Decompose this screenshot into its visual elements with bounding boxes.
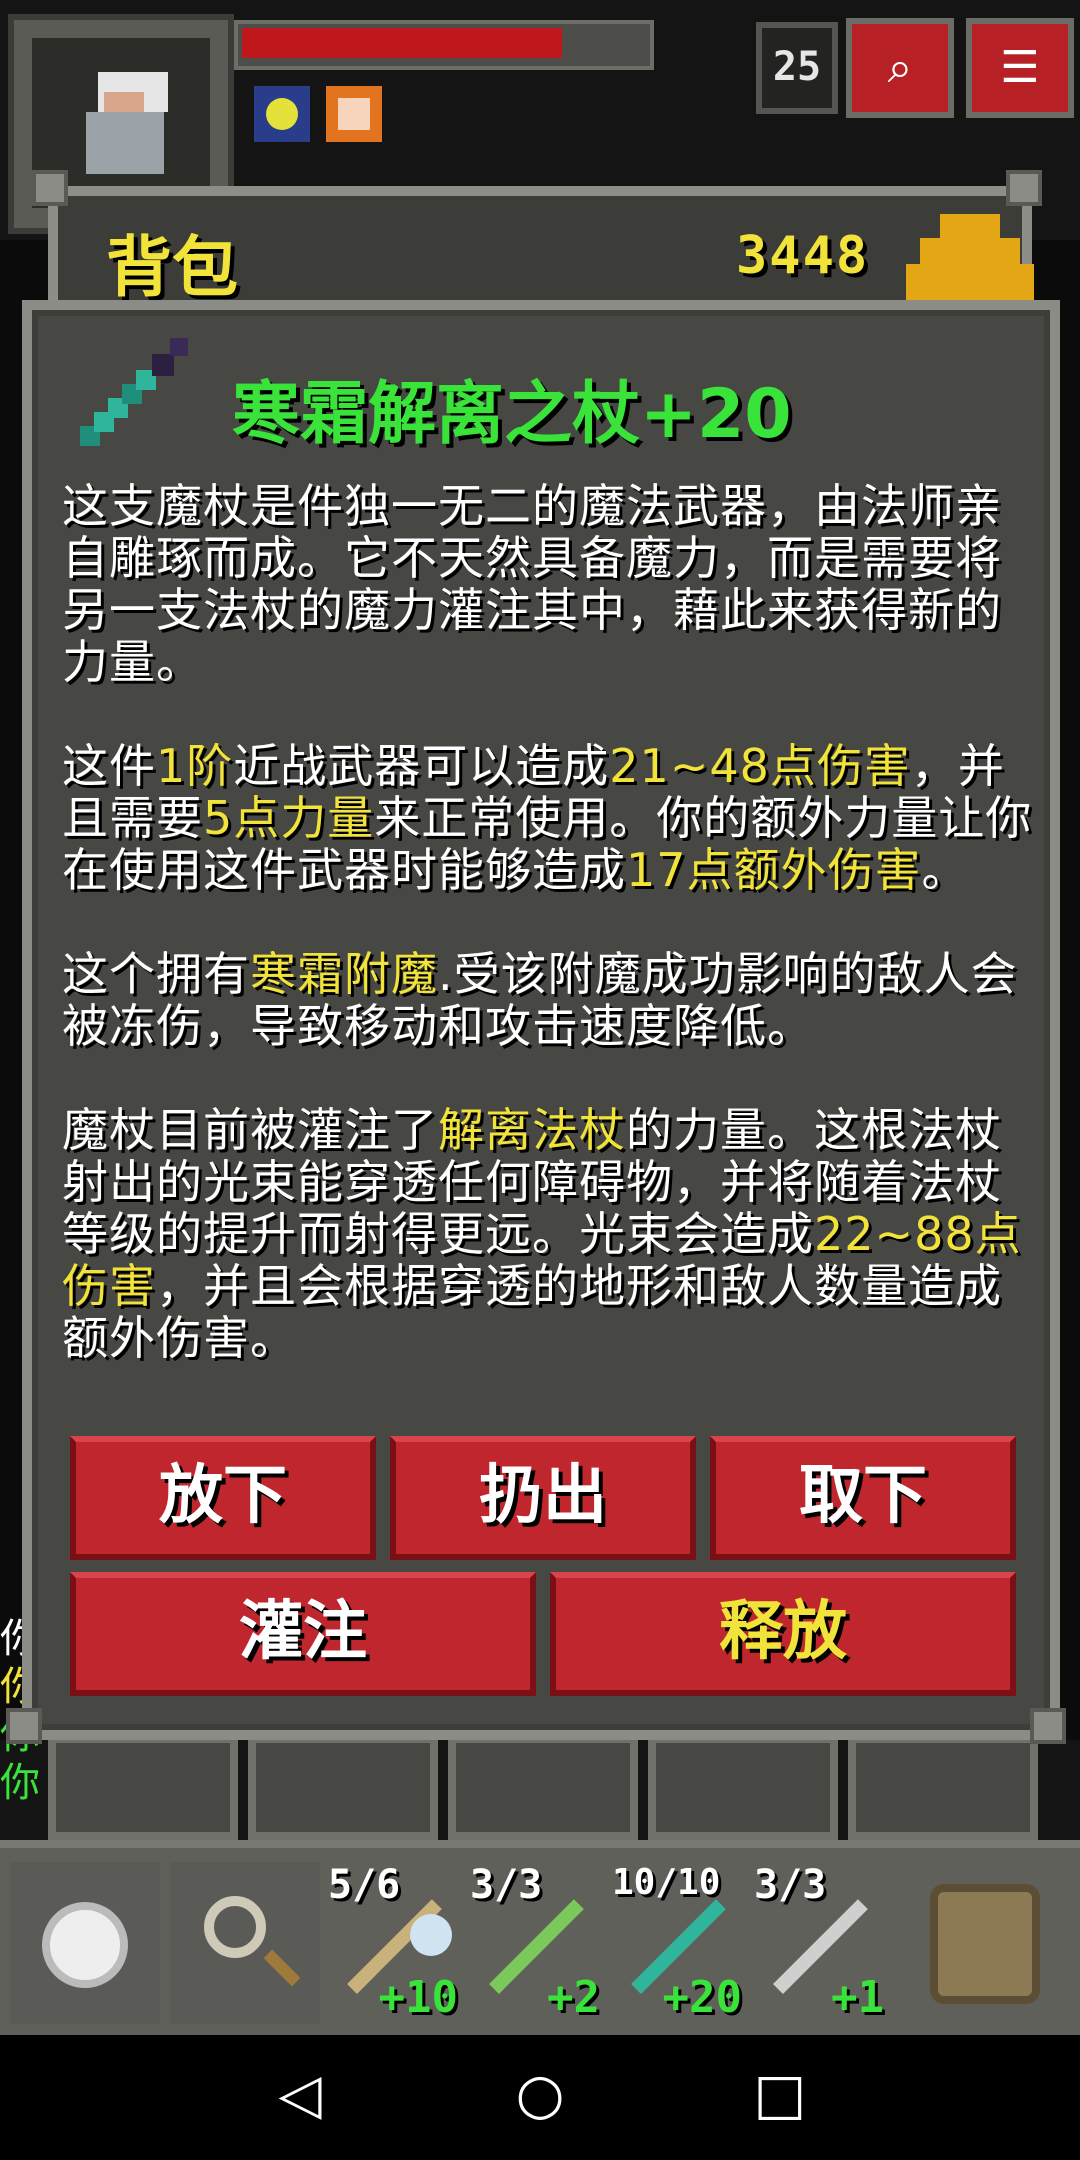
back-nav-icon[interactable]: ◁: [270, 2065, 330, 2125]
buff-icon-bless[interactable]: [254, 86, 310, 142]
upgrade-level: +2: [547, 1972, 600, 2023]
game-screen: 25 ⌕ ☰ 你 你 你 你 背包 3448: [0, 0, 1080, 2160]
release-button[interactable]: 释放: [550, 1572, 1016, 1696]
charge-count: 10/10: [612, 1862, 721, 1903]
upgrade-level: +10: [378, 1972, 458, 2023]
search-button[interactable]: [170, 1862, 320, 2024]
bag-slot[interactable]: [448, 1735, 638, 1840]
journal-icon: ⌕: [887, 42, 913, 93]
upgrade-level: +1: [831, 1972, 884, 2023]
unequip-button[interactable]: 取下: [710, 1436, 1016, 1560]
imbue-button[interactable]: 灌注: [70, 1572, 536, 1696]
log-line: 你: [0, 1760, 40, 1806]
window-corner: [32, 170, 68, 206]
wait-button[interactable]: [10, 1862, 160, 2024]
quickslot-3[interactable]: 10/10 +20: [606, 1862, 746, 2027]
item-name: 寒霜解离之杖+20: [232, 375, 792, 454]
description-paragraph: 这个拥有寒霜附魔.受该附魔成功影响的敌人会被冻伤，导致移动和攻击速度降低。: [62, 947, 1018, 1053]
description-paragraph: 魔杖目前被灌注了解离法杖的力量。这根法杖射出的光束能穿透任何障碍物，并将随着法杖…: [62, 1103, 1022, 1365]
item-header: 寒霜解离之杖+20: [72, 330, 1032, 454]
system-nav-bar: ◁ ○ □: [0, 2035, 1080, 2160]
item-description: 这支魔杖是件独一无二的魔法武器，由法师亲自雕琢而成。它不天然具备魔力，而是需要将…: [62, 480, 1042, 1416]
window-corner: [1030, 1708, 1066, 1744]
home-nav-icon[interactable]: ○: [510, 2065, 570, 2125]
inventory-header: 背包 3448: [48, 186, 1034, 316]
bag-slot[interactable]: [848, 1735, 1038, 1840]
bag-slot[interactable]: [48, 1735, 238, 1840]
journal-button[interactable]: ⌕: [846, 18, 954, 118]
clock-icon: [42, 1902, 128, 1988]
recents-nav-icon[interactable]: □: [750, 2065, 810, 2125]
charge-count: 3/3: [470, 1862, 543, 1908]
inventory-title: 背包: [106, 229, 238, 306]
backpack-icon: [930, 1884, 1040, 2004]
buff-icon-shield[interactable]: [326, 86, 382, 142]
throw-button[interactable]: 扔出: [390, 1436, 696, 1560]
quickslot-1[interactable]: 5/6 +10: [322, 1862, 462, 2027]
window-corner: [1006, 170, 1042, 206]
charge-count: 3/3: [754, 1862, 827, 1908]
upgrade-level: +20: [662, 1972, 742, 2023]
depth-indicator: 25: [756, 22, 838, 114]
hero-body: [86, 112, 164, 174]
health-bar: [234, 20, 654, 70]
description-paragraph: 这件1阶近战武器可以造成21~48点伤害，并且需要5点力量来正常使用。你的额外力…: [62, 739, 1033, 897]
quickslot-2[interactable]: 3/3 +2: [464, 1862, 604, 2027]
bag-slot[interactable]: [248, 1735, 438, 1840]
menu-button[interactable]: ☰: [966, 18, 1074, 118]
bag-slot[interactable]: [648, 1735, 838, 1840]
search-icon: [204, 1896, 266, 1958]
health-fill: [242, 28, 562, 58]
window-corner: [6, 1708, 42, 1744]
quickslot-4[interactable]: 3/3 +1: [748, 1862, 888, 2027]
charge-count: 5/6: [328, 1862, 401, 1908]
hero-face: [104, 92, 144, 114]
item-info-window: 寒霜解离之杖+20 这支魔杖是件独一无二的魔法武器，由法师亲自雕琢而成。它不天然…: [22, 300, 1060, 1740]
menu-icon: ☰: [1000, 42, 1040, 93]
toolbar: 5/6 +10 3/3 +2 10/10 +20 3/3 +1: [0, 1840, 1080, 2035]
drop-button[interactable]: 放下: [70, 1436, 376, 1560]
backpack-button[interactable]: [900, 1862, 1070, 2024]
description-paragraph: 这支魔杖是件独一无二的魔法武器，由法师亲自雕琢而成。它不天然具备魔力，而是需要将…: [62, 479, 1002, 689]
gold-icon: [900, 208, 1040, 304]
gold-count: 3448: [736, 226, 870, 286]
wand-icon: [80, 338, 188, 446]
